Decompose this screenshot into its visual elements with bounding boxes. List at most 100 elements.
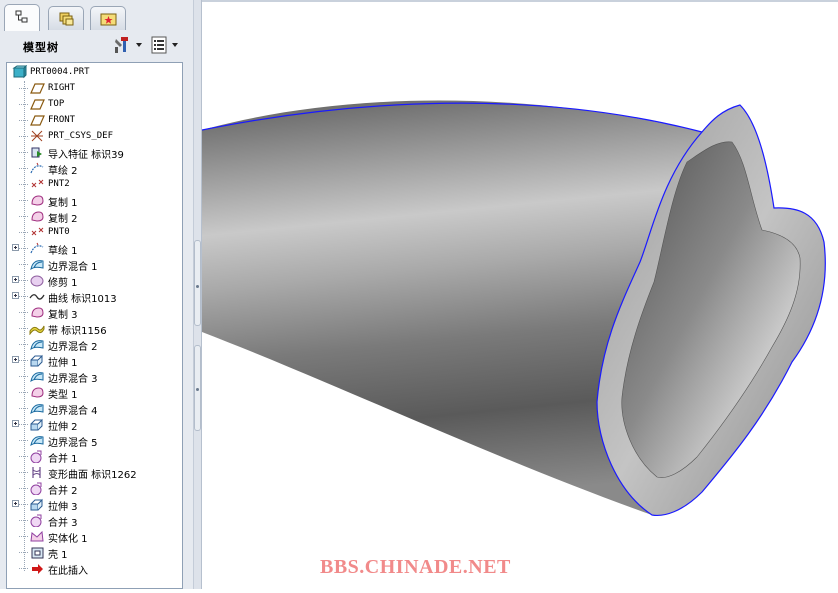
graphics-viewport[interactable] [201, 0, 838, 589]
tree-item[interactable]: RIGHT [7, 80, 182, 96]
favorites-icon [100, 13, 117, 26]
sketch-icon [30, 162, 44, 174]
splitter-grip-lower [196, 388, 199, 391]
tree-item[interactable]: 带 标识1156 [7, 320, 182, 337]
boundary-blend-icon [30, 260, 44, 271]
tree-item-label: FRONT [48, 115, 76, 125]
tree-connector [19, 136, 28, 137]
trim-icon [30, 275, 44, 287]
tree-connector [19, 264, 28, 265]
tree-expander[interactable] [12, 356, 19, 363]
tree-connector [19, 248, 28, 249]
tree-item[interactable]: 合并 3 [7, 512, 182, 529]
tree-item-label: TOP [48, 99, 65, 109]
tree-connector [19, 200, 28, 201]
tree-item-label: 拉伸 1 [48, 358, 78, 369]
datum-plane-icon [30, 83, 45, 94]
tree-item[interactable]: 壳 1 [7, 544, 182, 561]
tools-icon [115, 37, 142, 53]
model-tree[interactable]: PRT0004.PRT RIGHT TOP FRONT PRT_CSYS_DEF 导入特征… [6, 62, 183, 589]
tree-item-label: PRT0004.PRT [30, 67, 90, 77]
tree-item-label: PRT_CSYS_DEF [48, 131, 114, 141]
extrude-icon [30, 418, 43, 431]
tree-item[interactable]: 复制 1 [7, 192, 182, 209]
tree-item[interactable]: 边界混合 5 [7, 432, 182, 449]
boundary-blend-icon [30, 436, 44, 447]
tree-connector [19, 488, 28, 489]
tree-item[interactable]: 曲线 标识1013 [7, 288, 182, 305]
tree-item[interactable]: PRT_CSYS_DEF [7, 128, 182, 144]
tree-item-label: PNT2 [48, 179, 70, 189]
tree-item[interactable]: TOP [7, 96, 182, 112]
tree-connector [19, 104, 28, 105]
tree-expander[interactable] [12, 420, 19, 427]
import-feature-icon [31, 147, 42, 158]
boundary-blend-icon [30, 340, 44, 351]
tree-item-label: 带 标识1156 [48, 326, 107, 337]
datum-point-icon [31, 179, 44, 188]
tree-item[interactable]: PRT0004.PRT [7, 64, 182, 80]
tree-item[interactable]: 变形曲面 标识1262 [7, 464, 182, 481]
tree-item-label: 合并 2 [48, 486, 78, 497]
merge-icon [30, 450, 42, 463]
tree-item[interactable]: PNT2 [7, 176, 182, 192]
tree-item-label: 在此插入 [48, 566, 88, 577]
tree-item[interactable]: 在此插入 [7, 560, 182, 577]
tree-item[interactable]: 边界混合 2 [7, 336, 182, 353]
tree-item[interactable]: 合并 1 [7, 448, 182, 465]
copy-surface-icon [31, 307, 44, 318]
3d-model-view[interactable] [201, 2, 838, 589]
navigator-tabs [4, 4, 193, 31]
datum-plane-icon [30, 99, 45, 110]
tree-item[interactable]: 导入特征 标识39 [7, 144, 182, 161]
tab-favorites[interactable] [90, 6, 126, 30]
tree-item-label: 边界混合 5 [48, 438, 98, 449]
tree-item[interactable]: 复制 2 [7, 208, 182, 225]
extrude-icon [30, 354, 43, 367]
splitter-handle-upper[interactable] [194, 240, 201, 326]
tab-layers[interactable] [48, 6, 84, 30]
csys-icon [31, 130, 43, 142]
panel-splitter[interactable] [193, 0, 202, 589]
tree-item-label: 边界混合 3 [48, 374, 98, 385]
tree-item[interactable]: 边界混合 4 [7, 400, 182, 417]
tree-item[interactable]: 边界混合 1 [7, 256, 182, 273]
tree-show-button[interactable] [150, 35, 184, 55]
tree-settings-button[interactable] [112, 35, 146, 55]
curve-icon [29, 294, 45, 300]
tree-item[interactable]: 草绘 2 [7, 160, 182, 177]
tree-item[interactable]: 修剪 1 [7, 272, 182, 289]
splitter-grip-upper [196, 285, 199, 288]
tree-item-label: 拉伸 3 [48, 502, 78, 513]
tree-expander[interactable] [12, 244, 19, 251]
tree-expander[interactable] [12, 292, 19, 299]
tree-connector [19, 376, 28, 377]
model-tree-panel: 模型树 PRT0004.PRT RIGHT TOP FRONT PRT_CSYS_DEF… [0, 0, 193, 589]
tree-item[interactable]: FRONT [7, 112, 182, 128]
tree-connector [19, 536, 28, 537]
panel-title: 模型树 [23, 41, 59, 54]
tree-item[interactable]: 草绘 1 [7, 240, 182, 257]
tree-item-label: 实体化 1 [48, 534, 88, 545]
shell-icon [31, 547, 44, 559]
tree-item[interactable]: 拉伸 3 [7, 496, 182, 513]
tree-item[interactable]: 类型 1 [7, 384, 182, 401]
tree-item[interactable]: PNT0 [7, 224, 182, 240]
tree-item[interactable]: 拉伸 1 [7, 352, 182, 369]
tree-item[interactable]: 边界混合 3 [7, 368, 182, 385]
tree-expander[interactable] [12, 500, 19, 507]
tree-item[interactable]: 拉伸 2 [7, 416, 182, 433]
tree-expander[interactable] [12, 276, 19, 283]
tree-connector [19, 456, 28, 457]
tree-item[interactable]: 复制 3 [7, 304, 182, 321]
tree-connector [19, 328, 28, 329]
tree-item-label: 边界混合 4 [48, 406, 98, 417]
watermark-text: BBS.CHINADE.NET [320, 556, 511, 578]
ribbon-icon [29, 325, 45, 335]
tree-item[interactable]: 实体化 1 [7, 528, 182, 545]
tab-model-tree[interactable] [4, 4, 40, 31]
tree-item[interactable]: 合并 2 [7, 480, 182, 497]
tree-connector [19, 296, 28, 297]
tree-item-label: 草绘 1 [48, 246, 78, 257]
tree-connector [19, 216, 28, 217]
